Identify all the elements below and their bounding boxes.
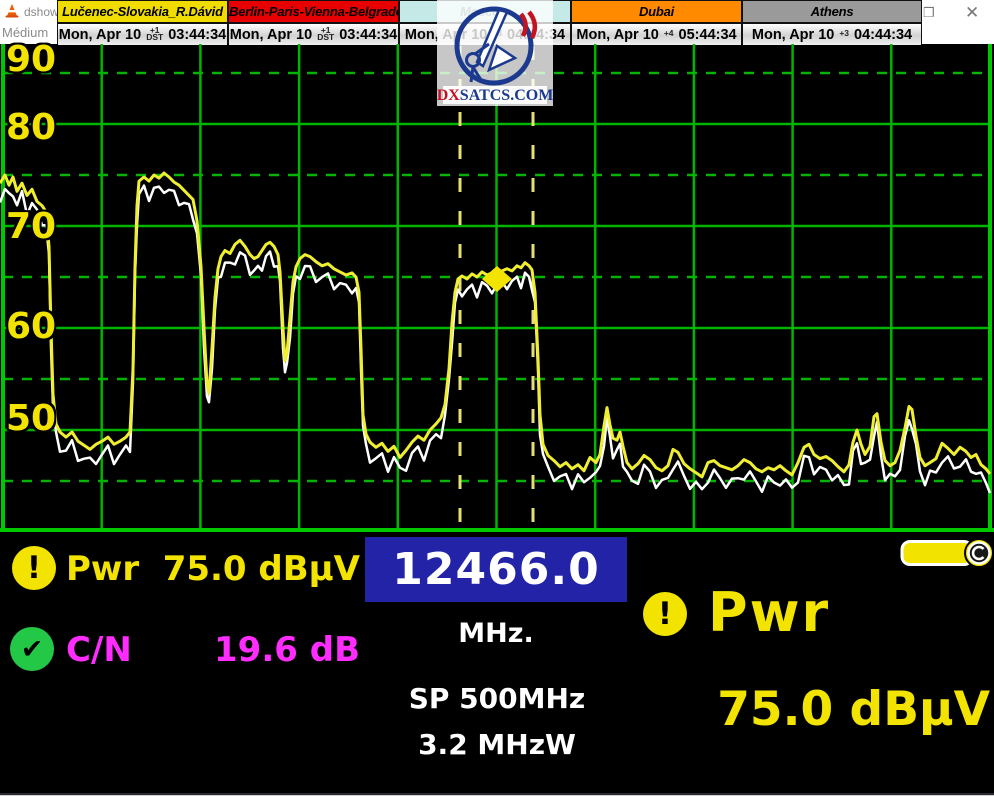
big-pwr-label: Pwr <box>708 581 830 644</box>
pwr-label: Pwr <box>66 549 139 589</box>
dxsatcs-logo: DXSATCS.COM <box>437 0 553 106</box>
y-axis-label-80: 80 <box>6 110 56 146</box>
clock-dubai-time: Mon, Apr 10 +4 05:44:34 <box>572 24 741 45</box>
big-pwr-warning-icon: ! <box>643 592 687 636</box>
clock-berlin-name: Berlin-Paris-Vienna-Belgrade <box>229 1 398 24</box>
trace-live-white <box>0 186 990 494</box>
tz-dst: DST <box>146 34 163 41</box>
clock-date: Mon, Apr 10 <box>59 27 141 43</box>
clock-lucenec-name: Lučenec-Slovakia_R.Dávid <box>58 1 227 24</box>
maximize-button[interactable]: ❒ <box>923 5 935 21</box>
clock-tz-offset: +3 <box>839 30 849 37</box>
pwr-warning-icon: ! <box>12 546 56 590</box>
tz-offset: +4 <box>664 30 674 37</box>
clock-lucenec-time: Mon, Apr 10 +1 DST 03:44:34 <box>58 24 227 45</box>
clock-athens: Athens Mon, Apr 10 +3 04:44:34 <box>742 0 922 44</box>
clock-berlin: Berlin-Paris-Vienna-Belgrade Mon, Apr 10… <box>228 0 399 44</box>
tz-dst: DST <box>317 34 334 41</box>
desktop-label-medium: Médium <box>2 25 48 40</box>
exclamation-glyph: ! <box>27 550 41 586</box>
close-button[interactable]: ✕ <box>965 3 979 23</box>
cn-value: 19.6 dB <box>160 630 360 670</box>
tz-offset: +3 <box>839 30 849 37</box>
battery-icon <box>898 536 994 570</box>
clock-tz-offset: +1 DST <box>317 27 334 41</box>
cn-ok-icon: ✔ <box>10 627 54 671</box>
clock-berlin-time: Mon, Apr 10 +1 DST 03:44:34 <box>229 24 398 45</box>
clock-athens-time: Mon, Apr 10 +3 04:44:34 <box>743 24 921 45</box>
clock-dubai: Dubai Mon, Apr 10 +4 05:44:34 <box>571 0 742 44</box>
pwr-value: 75.0 dBμV <box>160 549 360 589</box>
frequency-unit: MHz. <box>365 618 627 649</box>
cn-label: C/N <box>66 630 132 670</box>
clock-date: Mon, Apr 10 <box>576 27 658 43</box>
desktop-label-dshow: dshow <box>24 5 59 19</box>
logo-text: DXSATCS.COM <box>437 87 553 104</box>
clock-tz-offset: +1 DST <box>146 27 163 41</box>
span-readout: SP 500MHz <box>347 682 647 715</box>
spectrum-analyzer-screen: dshow Médium Lučenec-Slovakia_R.Dávid Mo… <box>0 0 994 796</box>
clock-time-value: 05:44:34 <box>679 27 737 43</box>
clock-time-value: 03:44:34 <box>168 27 226 43</box>
bandwidth-readout: 3.2 MHzW <box>347 728 647 761</box>
y-axis-label-50: 50 <box>6 401 56 437</box>
y-axis-label-60: 60 <box>6 309 56 345</box>
center-frequency-display[interactable]: 12466.0 <box>365 537 627 602</box>
clock-date: Mon, Apr 10 <box>752 27 834 43</box>
clock-athens-name: Athens <box>743 1 921 24</box>
exclamation-glyph: ! <box>658 596 672 632</box>
frequency-value: 12466.0 <box>392 544 599 595</box>
clock-tz-offset: +4 <box>664 30 674 37</box>
vlc-cone-icon <box>4 4 20 18</box>
logo-text-satcs: SATCS.COM <box>460 87 553 104</box>
spectrum-plot <box>0 44 994 532</box>
y-axis-label-90: 90 <box>6 42 56 78</box>
clock-date: Mon, Apr 10 <box>230 27 312 43</box>
big-pwr-value: 75.0 dBμV <box>650 682 990 737</box>
logo-text-dx: DX <box>437 87 460 104</box>
trace-maxhold-yellow <box>0 173 990 477</box>
clock-time-value: 04:44:34 <box>854 27 912 43</box>
clock-dubai-name: Dubai <box>572 1 741 24</box>
check-glyph: ✔ <box>21 634 44 665</box>
y-axis-label-70: 70 <box>6 209 56 245</box>
clock-time-value: 03:44:34 <box>339 27 397 43</box>
clock-lucenec: Lučenec-Slovakia_R.Dávid Mon, Apr 10 +1 … <box>57 0 228 44</box>
